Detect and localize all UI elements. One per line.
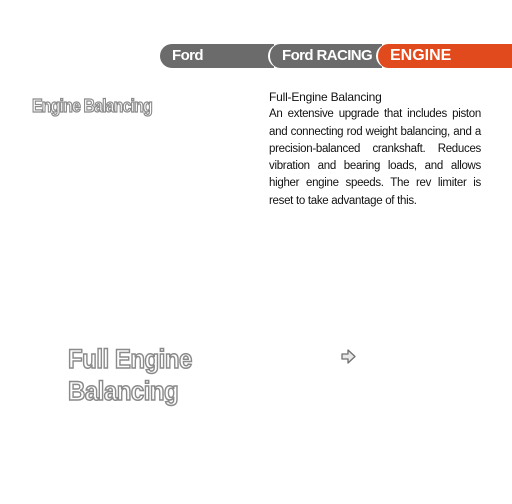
section-title: Engine Balancing xyxy=(31,96,153,117)
upgrade-title-line-1: Full Engine xyxy=(67,344,193,375)
tab-engine[interactable]: ENGINE xyxy=(376,44,512,68)
description-title: Full-Engine Balancing xyxy=(269,90,382,104)
description-body: An extensive upgrade that includes pis­t… xyxy=(269,108,481,207)
upgrade-title-line-2: Balancing xyxy=(67,376,179,407)
brand-tab-bar: Ford Ford RACING ENGINE xyxy=(160,44,512,68)
right-arrow-icon[interactable] xyxy=(340,348,357,365)
upgrade-title: Full Engine Balancing xyxy=(67,344,193,408)
tab-ford[interactable]: Ford xyxy=(160,44,274,68)
tab-ford-racing[interactable]: Ford RACING xyxy=(268,44,382,68)
description-panel: Full-Engine Balancing An extensive upgra… xyxy=(269,89,481,210)
